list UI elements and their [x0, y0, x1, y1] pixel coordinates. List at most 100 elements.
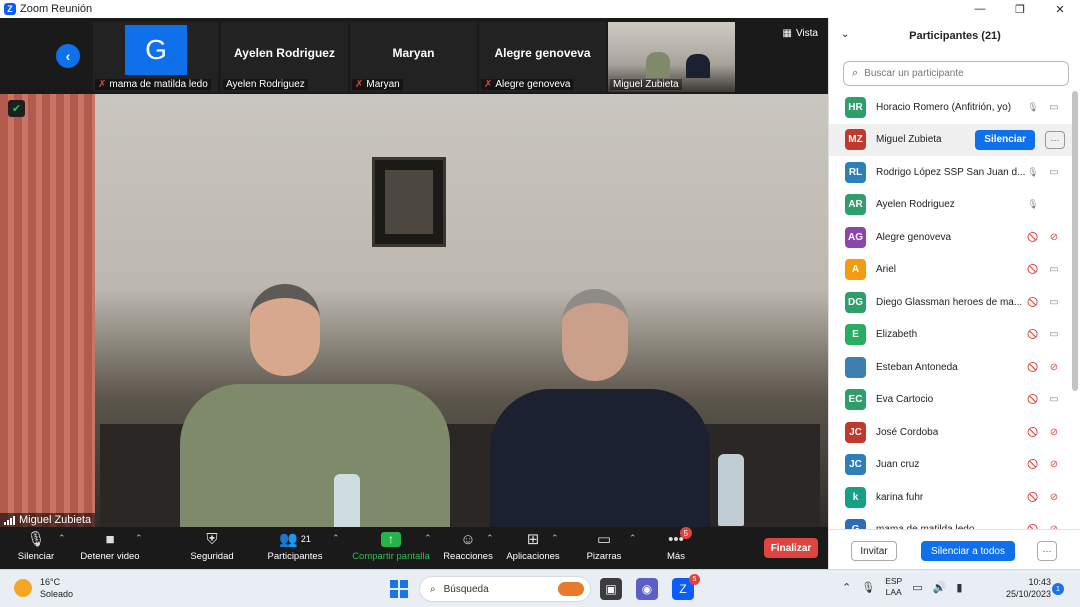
- mic-muted-icon: ✗: [98, 79, 107, 90]
- avatar: [845, 356, 866, 378]
- mic-muted-icon: 🚫: [1027, 426, 1039, 437]
- strip-back-button[interactable]: ‹: [56, 44, 80, 68]
- active-speaker-video: ✔ Miguel Zubieta: [0, 94, 828, 527]
- video-options-caret[interactable]: ⌃: [135, 533, 143, 544]
- avatar: k: [845, 486, 866, 508]
- whiteboards-options-caret[interactable]: ⌃: [629, 533, 637, 544]
- participant-row[interactable]: Esteban Antoneda 🚫 ⊘: [829, 351, 1073, 384]
- more-button[interactable]: ••• 5 Más: [664, 527, 692, 567]
- participant-status-icons: 🚫 ▭: [1027, 254, 1061, 287]
- participant-row[interactable]: AR Ayelen Rodriguez 🎙: [829, 189, 1073, 222]
- participant-status-icons: 🚫⊘: [1027, 449, 1061, 482]
- encryption-shield-icon[interactable]: ✔: [8, 100, 25, 117]
- thumbnail-alegre[interactable]: Alegre genoveva ✗ Alegre genoveva: [479, 22, 606, 92]
- participant-row[interactable]: AG Alegre genoveva 🚫 ⊘: [829, 221, 1073, 254]
- participant-row[interactable]: k karina fuhr 🚫 ⊘: [829, 481, 1073, 514]
- end-meeting-button[interactable]: Finalizar: [764, 538, 818, 558]
- notification-badge[interactable]: 1: [1052, 583, 1064, 595]
- mic-muted-icon: 🚫: [1027, 296, 1039, 307]
- participant-name: Alegre genoveva: [876, 231, 952, 243]
- participant-mute-button[interactable]: Silenciar: [975, 129, 1035, 150]
- signal-bars-icon: [4, 515, 15, 525]
- participant-row[interactable]: EC Eva Cartocio 🚫 ▭: [829, 384, 1073, 417]
- microphone-tray-icon[interactable]: 🎙: [861, 581, 875, 594]
- video-off-icon: ⊘: [1049, 361, 1059, 373]
- collapse-chevron-icon[interactable]: ⌄: [841, 29, 849, 40]
- participants-button[interactable]: 👥 21 Participantes: [266, 529, 324, 567]
- video-camera-icon: ■: [105, 530, 115, 548]
- thumbnail-video-person: [646, 52, 670, 78]
- participant-name: Juan cruz: [876, 459, 920, 471]
- mic-muted-icon: ✗: [355, 79, 364, 90]
- participant-row[interactable]: A Ariel 🚫 ▭: [829, 254, 1073, 287]
- title-bar: Z Zoom Reunión — ❐ ✕: [0, 0, 1080, 18]
- participant-status-icons: 🚫⊘: [1027, 351, 1061, 384]
- whiteboards-button[interactable]: ▭ Pizarras: [586, 529, 622, 567]
- thumbnail-ayelen[interactable]: Ayelen Rodriguez Ayelen Rodriguez: [221, 22, 348, 92]
- participants-options-caret[interactable]: ⌃: [332, 533, 340, 544]
- maximize-button[interactable]: ❐: [1000, 0, 1040, 18]
- share-options-caret[interactable]: ⌃: [424, 533, 432, 544]
- avatar: EC: [845, 389, 866, 411]
- close-button[interactable]: ✕: [1040, 0, 1080, 18]
- participant-status-icons: 🎙 ▭: [1027, 156, 1061, 189]
- participant-row[interactable]: MZ Miguel Zubieta Silenciar ···: [829, 123, 1073, 156]
- thumbnail-name: Ayelen Rodriguez: [234, 46, 335, 60]
- task-view-icon[interactable]: ▣: [600, 578, 622, 600]
- participant-row[interactable]: HR Horacio Romero (Anfitrión, yo) 🎙 ▭: [829, 91, 1073, 124]
- microphone-icon: 🎙: [1027, 166, 1039, 177]
- thumbnail-mama-de-matilda[interactable]: G ✗ mama de matilda ledo: [93, 22, 218, 92]
- participant-search[interactable]: ⌕: [843, 61, 1069, 86]
- participant-list-scrollbar[interactable]: [1072, 91, 1078, 391]
- participant-row[interactable]: JC Juan cruz 🚫 ⊘: [829, 449, 1073, 482]
- zoom-taskbar-icon[interactable]: Z5: [672, 574, 700, 600]
- system-clock[interactable]: 10:43 25/10/2023: [1006, 576, 1051, 600]
- weather-widget[interactable]: 16°C Soleado: [14, 576, 73, 600]
- video-camera-icon: ▭: [1049, 166, 1059, 178]
- mute-all-button[interactable]: Silenciar a todos: [921, 541, 1015, 561]
- thumbnail-strip: ‹ G ✗ mama de matilda ledo Ayelen Rodrigu…: [0, 18, 828, 94]
- chevron-up-icon[interactable]: ⌃: [842, 581, 851, 594]
- reactions-button[interactable]: ☺ Reacciones: [443, 529, 493, 567]
- mute-options-caret[interactable]: ⌃: [58, 533, 66, 544]
- minimize-button[interactable]: —: [960, 0, 1000, 18]
- participant-row[interactable]: JC José Cordoba 🚫 ⊘: [829, 416, 1073, 449]
- stop-video-button[interactable]: ■ Detener video: [80, 529, 140, 567]
- security-button[interactable]: ⛨ Seguridad: [190, 529, 234, 567]
- participant-row[interactable]: DG Diego Glassman heroes de ma... 🚫 ▭: [829, 286, 1073, 319]
- participant-name: Elizabeth: [876, 329, 918, 341]
- battery-icon[interactable]: ▮: [956, 581, 962, 594]
- view-button[interactable]: ▦ Vista: [782, 28, 818, 39]
- panel-more-button[interactable]: ···: [1037, 541, 1057, 561]
- taskbar-search[interactable]: ⌕ Búsqueda: [419, 576, 591, 602]
- share-screen-button[interactable]: ↑ Compartir pantalla: [352, 529, 430, 567]
- video-person-right: [490, 289, 710, 527]
- search-highlight-icon: [558, 582, 584, 596]
- display-icon[interactable]: ▭: [912, 581, 922, 594]
- zoom-logo-icon: Z: [4, 3, 16, 15]
- thumbnail-maryan[interactable]: Maryan ✗ Maryan: [350, 22, 477, 92]
- participant-name: Ayelen Rodriguez: [876, 199, 955, 211]
- participant-row[interactable]: RL Rodrigo López SSP San Juan d... 🎙 ▭: [829, 156, 1073, 189]
- windows-start-icon[interactable]: [390, 580, 408, 598]
- avatar: AR: [845, 194, 866, 216]
- mute-button[interactable]: 🎙 Silenciar: [16, 529, 56, 567]
- avatar: A: [845, 259, 866, 281]
- clock-time: 10:43: [1028, 577, 1052, 587]
- participant-row[interactable]: E Elizabeth 🚫 ▭: [829, 319, 1073, 352]
- share-arrow-icon: ↑: [381, 531, 401, 547]
- invite-button[interactable]: Invitar: [851, 541, 897, 561]
- participant-search-input[interactable]: [864, 68, 1055, 79]
- apps-grid-icon: ⊞: [526, 531, 540, 548]
- participant-status-icons: 🚫 ▭: [1027, 286, 1061, 319]
- participant-more-button[interactable]: ···: [1045, 130, 1065, 149]
- avatar: G: [125, 25, 187, 75]
- input-language[interactable]: ESP LAA: [885, 576, 902, 598]
- reactions-options-caret[interactable]: ⌃: [486, 533, 494, 544]
- chat-app-icon[interactable]: ◉: [636, 578, 658, 600]
- apps-options-caret[interactable]: ⌃: [551, 533, 559, 544]
- thumbnail-miguel-zubieta[interactable]: Miguel Zubieta: [608, 22, 735, 92]
- speaker-icon[interactable]: 🔊: [933, 581, 947, 594]
- participant-row[interactable]: Gmama de matilda ledo🚫⊘: [829, 514, 1073, 529]
- participant-status-icons: 🚫⊘: [1027, 481, 1061, 514]
